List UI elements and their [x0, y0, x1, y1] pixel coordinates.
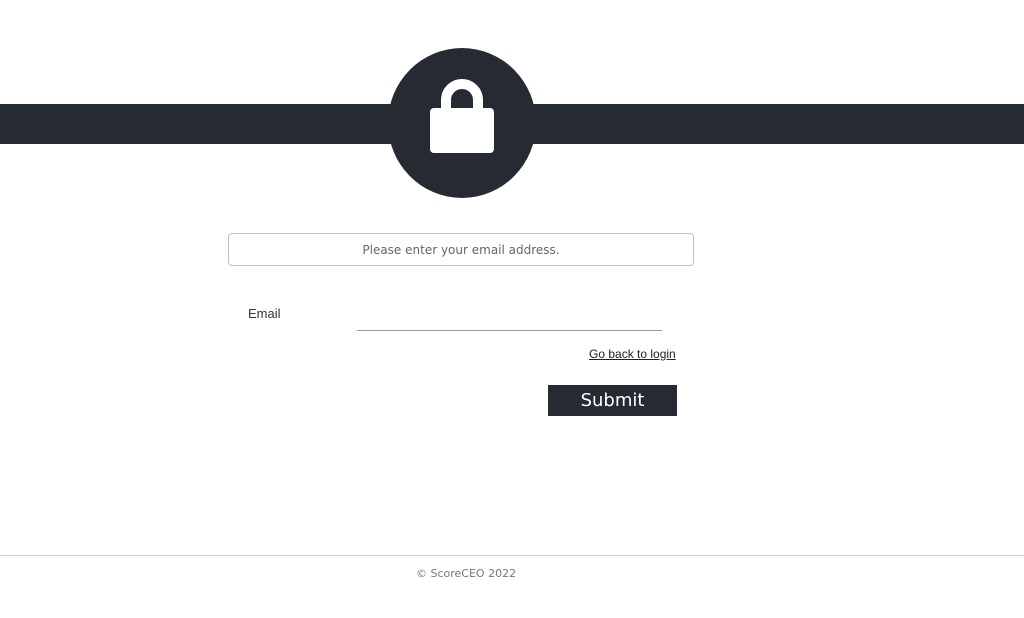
- password-reset-page: Please enter your email address. Email G…: [0, 0, 1024, 618]
- copyright-text: © ScoreCEO 2022: [416, 567, 517, 580]
- instruction-message: Please enter your email address.: [228, 233, 694, 266]
- go-back-to-login-link[interactable]: Go back to login: [589, 347, 676, 361]
- footer-divider: [0, 555, 1024, 556]
- lock-icon: [430, 79, 494, 153]
- lock-badge: [388, 48, 536, 198]
- email-input[interactable]: [357, 308, 662, 331]
- submit-button[interactable]: Submit: [548, 385, 677, 416]
- email-label: Email: [248, 306, 281, 321]
